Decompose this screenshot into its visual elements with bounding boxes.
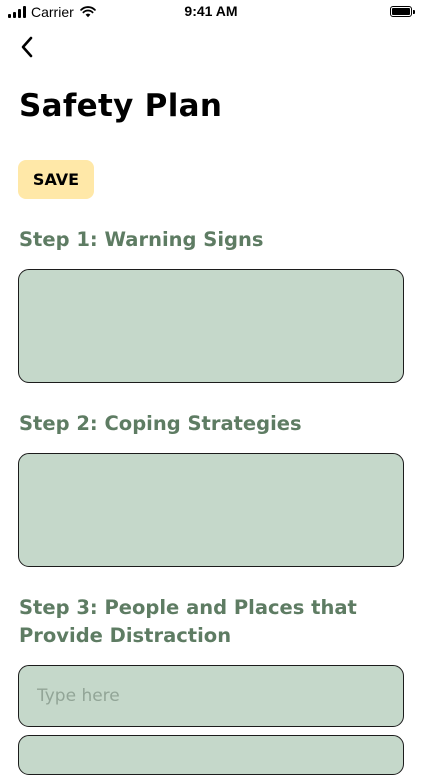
back-button[interactable] [12, 30, 42, 64]
status-time: 9:41 AM [184, 3, 238, 19]
save-button[interactable]: SAVE [18, 160, 94, 199]
step-1-heading: Step 1: Warning Signs [19, 228, 264, 251]
warning-signs-field[interactable] [18, 269, 404, 383]
coping-strategies-field[interactable] [18, 453, 404, 567]
step-3-heading: Step 3: People and Places that Provide D… [19, 596, 357, 647]
distraction-field-2[interactable] [18, 735, 404, 775]
chevron-left-icon [21, 36, 33, 58]
status-bar: Carrier 9:41 AM [0, 0, 422, 24]
step-2-heading: Step 2: Coping Strategies [19, 412, 302, 435]
distraction-field-1[interactable] [18, 665, 404, 727]
page-title: Safety Plan [19, 88, 223, 124]
battery-icon [390, 6, 415, 17]
